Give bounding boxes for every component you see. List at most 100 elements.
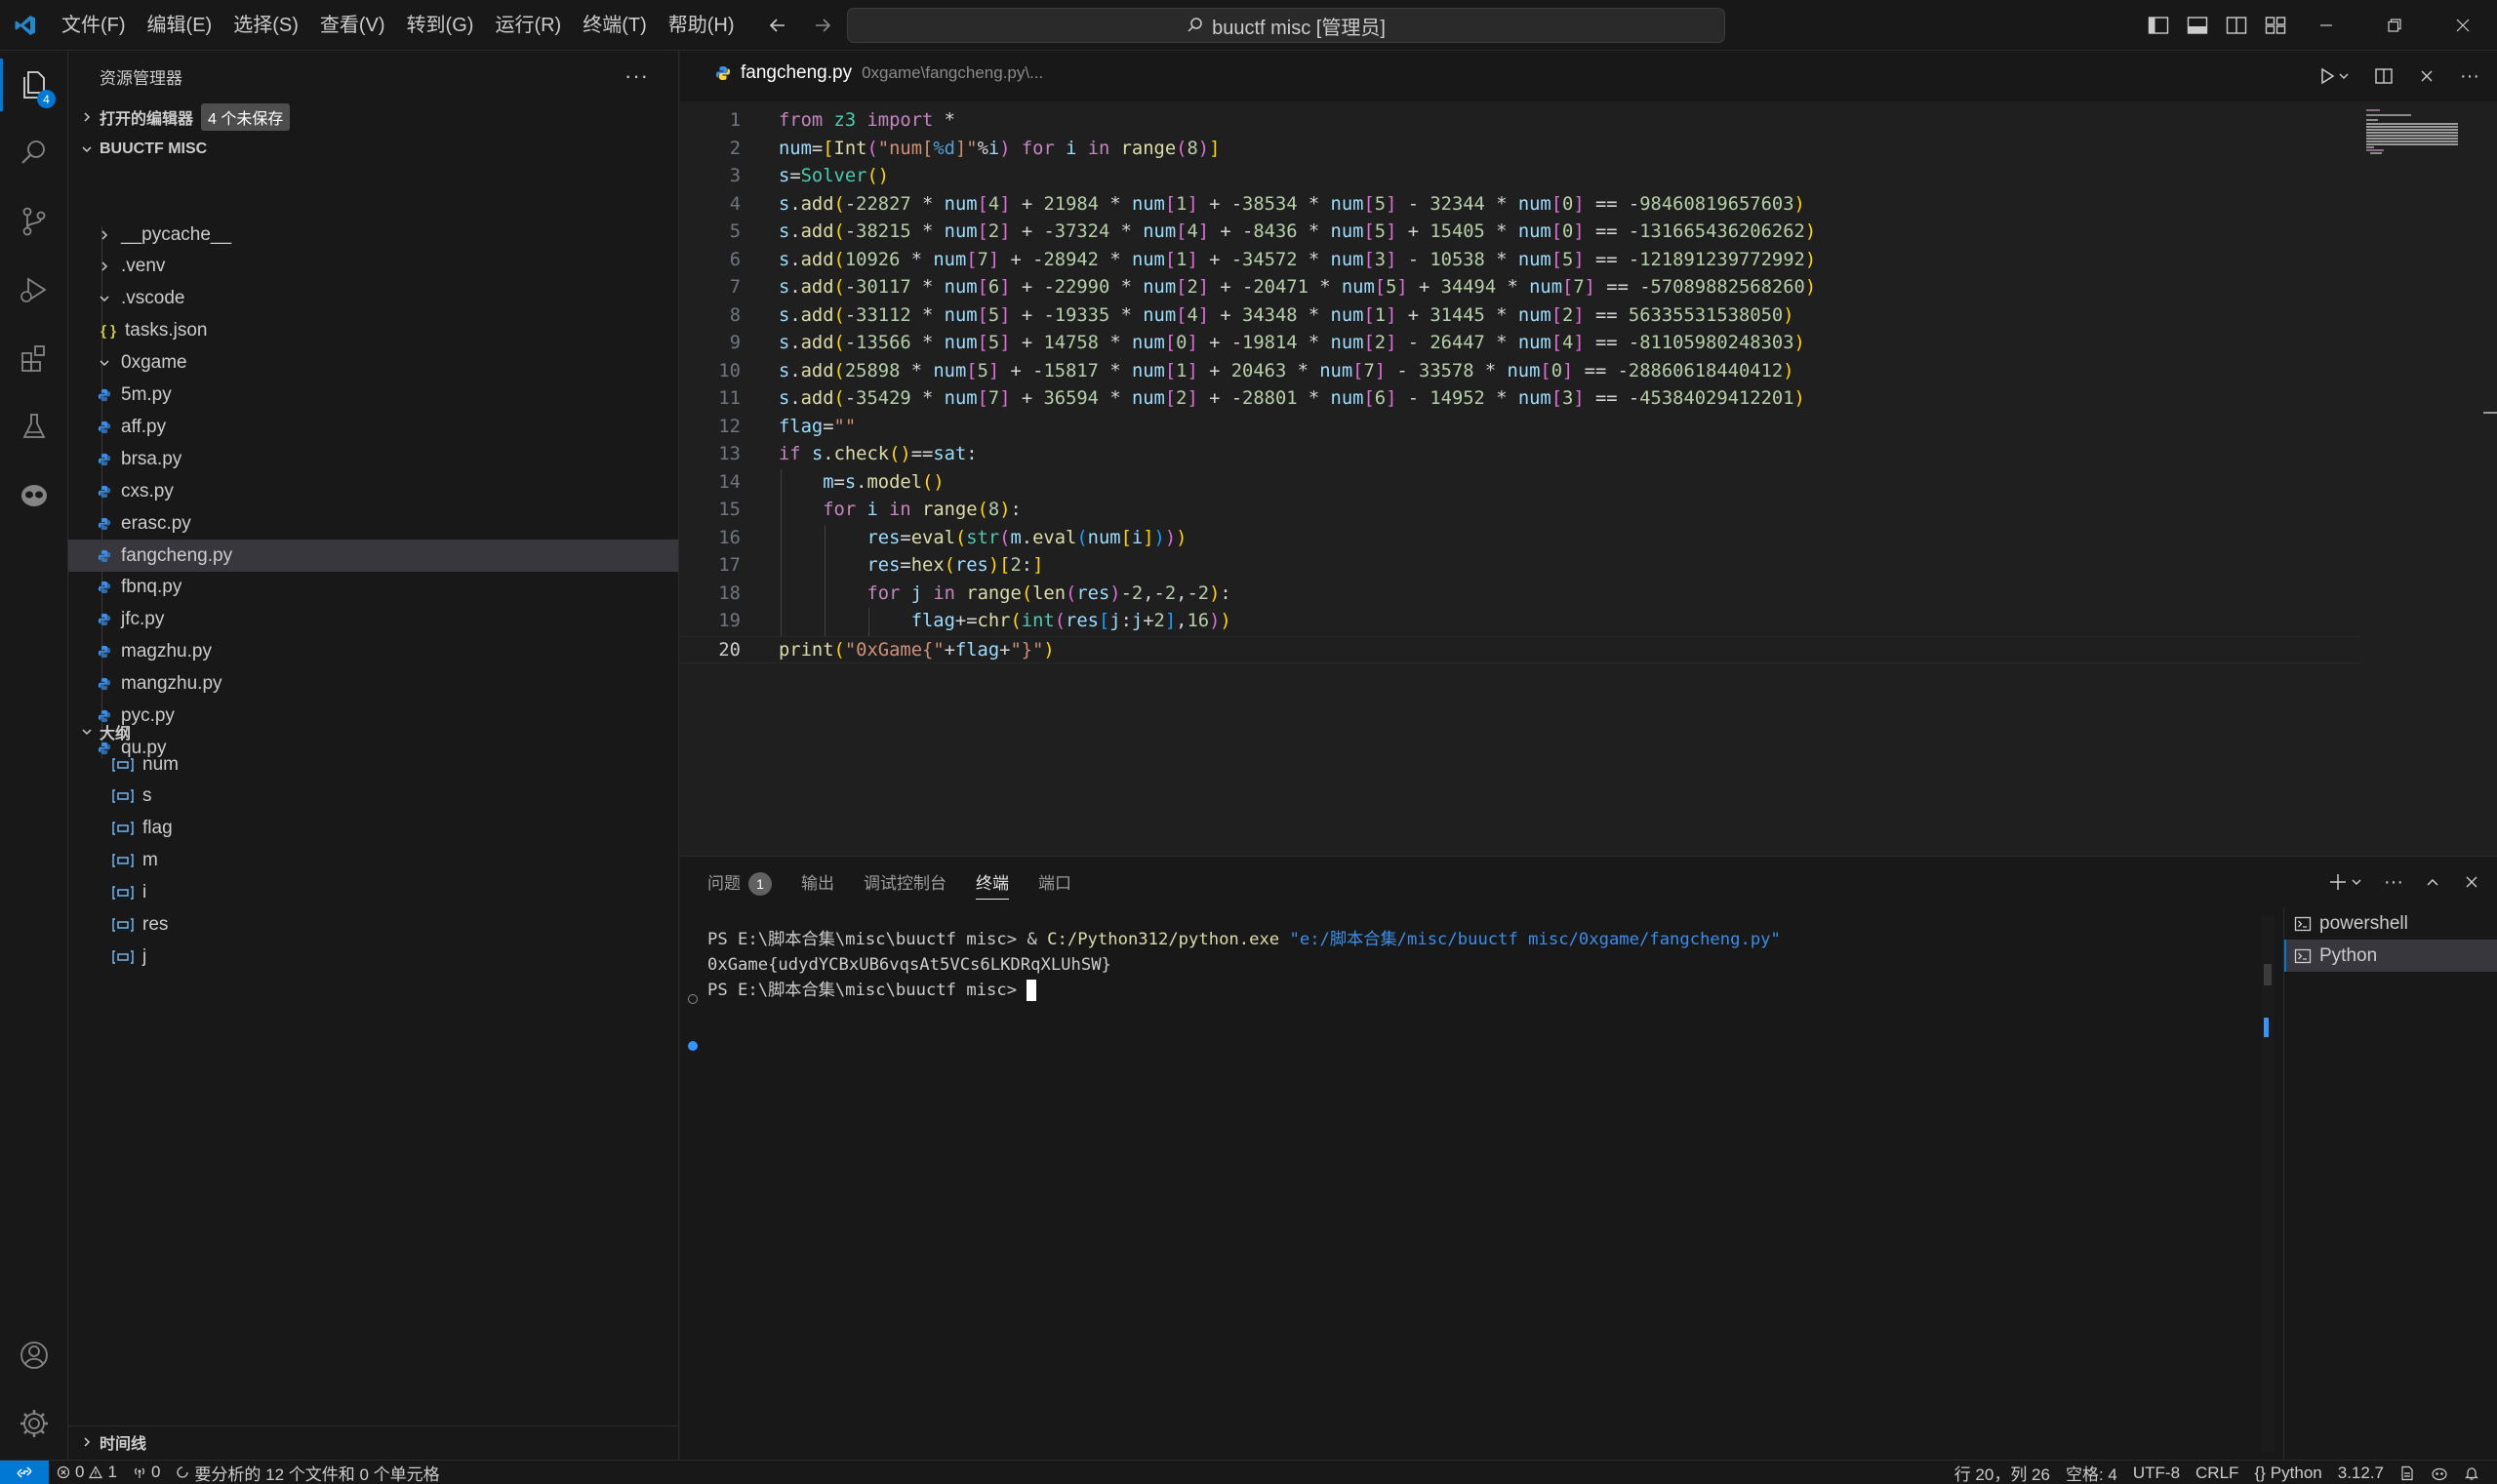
outline-item[interactable]: s [68, 781, 678, 813]
tree-file[interactable]: 5m.py [68, 380, 678, 412]
tab-debug-console[interactable]: 调试控制台 [864, 868, 946, 900]
editor-tab[interactable]: fangcheng.py 0xgame\fangcheng.py\... [715, 62, 1043, 84]
problems-status[interactable]: 0 1 [49, 1463, 125, 1482]
tree-file[interactable]: mangzhu.py [68, 668, 678, 701]
code-line[interactable]: 19 flag+=chr(int(res[j:j+2],16)) [680, 608, 2358, 636]
run-python-icon[interactable] [2316, 62, 2355, 90]
tree-folder[interactable]: .venv [68, 251, 678, 283]
toggle-secondary-sidebar-icon[interactable] [2221, 10, 2252, 41]
remote-indicator-icon[interactable] [0, 1460, 49, 1484]
new-terminal-icon[interactable] [2327, 868, 2366, 896]
code-line[interactable]: 2 num=[Int("num[%d]"%i) for i in range(8)… [680, 136, 2358, 164]
command-center-search[interactable]: buuctf misc [管理员] [847, 8, 1725, 43]
testing-flask-icon[interactable] [0, 392, 68, 461]
notifications-bell-icon[interactable] [2456, 1465, 2487, 1481]
tree-folder[interactable]: 0xgame [68, 347, 678, 380]
copilot-icon[interactable] [0, 461, 68, 529]
tree-folder[interactable]: __pycache__ [68, 219, 678, 251]
analysis-status[interactable]: 要分析的 12 个文件和 0 个单元格 [168, 1461, 447, 1484]
terminal-view[interactable]: PS E:\脚本合集\misc\buuctf misc> & C:/Python… [707, 927, 2249, 1434]
code-line[interactable]: 6 s.add(10926 * num[7] + -28942 * num[1] … [680, 247, 2358, 275]
workspace-folder-section[interactable]: BUUCTF MISC [68, 134, 678, 165]
code-line[interactable]: 15 for i in range(8): [680, 497, 2358, 525]
source-control-icon[interactable] [0, 187, 68, 256]
python-version[interactable]: 3.12.7 [2330, 1464, 2392, 1483]
tab-ports[interactable]: 端口 [1038, 868, 1071, 900]
code-area[interactable]: 1 from z3 import * 2 num=[Int("num[%d]"%i) … [680, 101, 2497, 856]
search-icon[interactable] [0, 119, 68, 187]
outline-item[interactable]: res [68, 909, 678, 942]
panel-more-icon[interactable]: ··· [2382, 868, 2405, 896]
code-line[interactable]: 11 s.add(-35429 * num[7] + 36594 * num[2]… [680, 385, 2358, 414]
explorer-icon[interactable]: 4 [0, 51, 68, 119]
ports-status[interactable]: 0 [125, 1463, 168, 1482]
code-line[interactable]: 4 s.add(-22827 * num[4] + 21984 * num[1] … [680, 191, 2358, 220]
code-line[interactable]: 13 if s.check()==sat: [680, 441, 2358, 469]
layout-file-icon[interactable] [2392, 1465, 2423, 1481]
code-line[interactable]: 20 print("0xGame{"+flag+"}") [680, 635, 2360, 663]
code-line[interactable]: 17 res=hex(res)[2:] [680, 552, 2358, 581]
tree-file[interactable]: fangcheng.py [68, 540, 678, 572]
toggle-panel-icon[interactable] [2182, 10, 2213, 41]
cursor-position[interactable]: 行 20，列 26 [1947, 1461, 2058, 1484]
toggle-primary-sidebar-icon[interactable] [2143, 10, 2174, 41]
tree-file[interactable]: magzhu.py [68, 636, 678, 668]
timeline-section[interactable]: 时间线 [68, 1425, 678, 1457]
end-of-line[interactable]: CRLF [2188, 1464, 2246, 1483]
code-line[interactable]: 9 s.add(-13566 * num[5] + 14758 * num[0] … [680, 330, 2358, 358]
code-line[interactable]: 10 s.add(25898 * num[5] + -15817 * num[1]… [680, 358, 2358, 386]
extensions-icon[interactable] [0, 324, 68, 392]
menu-selection[interactable]: 选择(S) [222, 0, 309, 51]
editor-more-icon[interactable]: ··· [2456, 62, 2483, 90]
code-line[interactable]: 12 flag="" [680, 414, 2358, 442]
code-line[interactable]: 16 res=eval(str(m.eval(num[i]))) [680, 525, 2358, 553]
menu-view[interactable]: 查看(V) [309, 0, 396, 51]
terminal-scrollbar[interactable] [2261, 915, 2275, 1452]
code-line[interactable]: 1 from z3 import * [680, 107, 2358, 136]
menu-help[interactable]: 帮助(H) [658, 0, 745, 51]
tree-folder[interactable]: .vscode [68, 283, 678, 315]
tab-output[interactable]: 输出 [801, 868, 834, 900]
run-debug-icon[interactable] [0, 256, 68, 324]
tree-file[interactable]: erasc.py [68, 507, 678, 540]
code-line[interactable]: 5 s.add(-38215 * num[2] + -37324 * num[4]… [680, 219, 2358, 247]
outline-item[interactable]: flag [68, 813, 678, 845]
command-decoration-icon[interactable] [688, 1041, 698, 1051]
code-line[interactable]: 18 for j in range(len(res)-2,-2,-2): [680, 581, 2358, 609]
tab-terminal[interactable]: 终端 [976, 868, 1009, 900]
tree-file[interactable]: jfc.py [68, 604, 678, 636]
tree-file[interactable]: aff.py [68, 411, 678, 443]
restore-icon[interactable] [2360, 0, 2429, 51]
minimize-icon[interactable] [2292, 0, 2360, 51]
menu-go[interactable]: 转到(G) [396, 0, 485, 51]
tree-file[interactable]: fbnq.py [68, 572, 678, 604]
close-editor-icon[interactable] [2413, 62, 2440, 90]
terminal-item-python[interactable]: Python [2284, 940, 2497, 972]
code-line[interactable]: 3 s=Solver() [680, 163, 2358, 191]
outline-item[interactable]: j [68, 941, 678, 973]
split-editor-icon[interactable] [2370, 62, 2397, 90]
tree-file[interactable]: brsa.py [68, 443, 678, 475]
more-actions-icon[interactable]: ··· [624, 63, 649, 89]
tree-file[interactable]: { } tasks.json [68, 315, 678, 347]
menu-run[interactable]: 运行(R) [484, 0, 572, 51]
minimap[interactable] [2366, 107, 2464, 156]
outline-item[interactable]: i [68, 877, 678, 909]
language-mode[interactable]: {} Python [2246, 1464, 2329, 1483]
open-editors-section[interactable]: 打开的编辑器 4 个未保存 [68, 101, 678, 133]
back-arrow-icon[interactable] [761, 10, 794, 41]
tab-problems[interactable]: 问题 1 [707, 868, 772, 900]
settings-gear-icon[interactable] [0, 1389, 68, 1458]
menu-file[interactable]: 文件(F) [51, 0, 137, 51]
outline-item[interactable]: m [68, 845, 678, 877]
terminal-item-powershell[interactable]: powershell [2284, 907, 2497, 940]
indentation[interactable]: 空格: 4 [2058, 1461, 2125, 1484]
code-line[interactable]: 7 s.add(-30117 * num[6] + -22990 * num[2]… [680, 274, 2358, 302]
menu-edit[interactable]: 编辑(E) [137, 0, 223, 51]
accounts-icon[interactable] [0, 1321, 68, 1389]
encoding[interactable]: UTF-8 [2125, 1464, 2188, 1483]
outline-section[interactable]: 大纲 [68, 716, 678, 747]
close-panel-icon[interactable] [2460, 868, 2483, 896]
copilot-status-icon[interactable] [2423, 1465, 2456, 1481]
outline-item[interactable]: num [68, 748, 678, 781]
